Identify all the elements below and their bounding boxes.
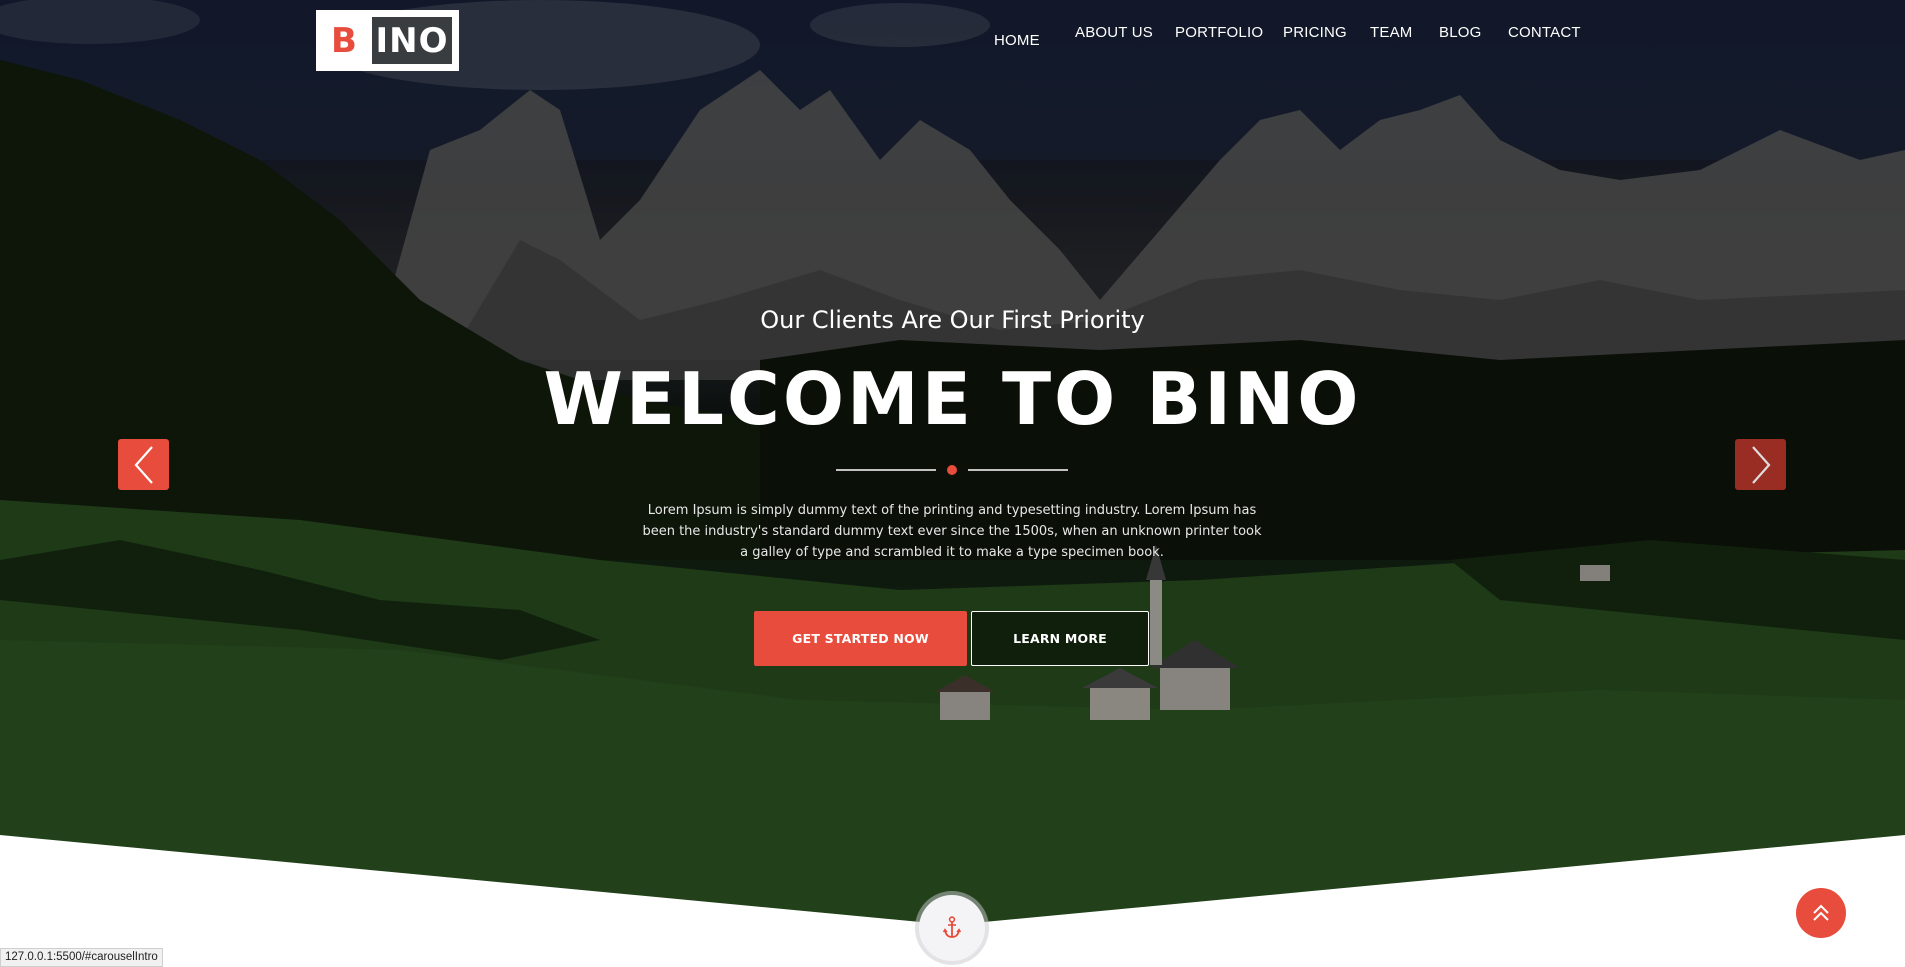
anchor-icon [942, 916, 962, 938]
chevron-left-icon [134, 445, 153, 484]
nav-item-home[interactable]: HOME [994, 32, 1040, 49]
main-nav: HOME ABOUT US PORTFOLIO PRICING TEAM BLO… [0, 0, 1905, 80]
scroll-to-top-button[interactable] [1796, 888, 1846, 938]
nav-item-portfolio[interactable]: PORTFOLIO [1175, 24, 1263, 41]
hero-divider [836, 463, 1068, 477]
divider-line-left [836, 469, 936, 471]
hero-title: WELCOME TO BINO [543, 357, 1362, 441]
double-chevron-up-icon [1813, 904, 1829, 921]
divider-line-right [968, 469, 1068, 471]
carousel-next-button[interactable] [1735, 439, 1786, 490]
hero-subtitle: Our Clients Are Our First Priority [760, 306, 1145, 334]
hero-description: Lorem Ipsum is simply dummy text of the … [642, 503, 1262, 560]
carousel-prev-button[interactable] [118, 439, 169, 490]
get-started-button[interactable]: GET STARTED NOW [754, 611, 967, 666]
learn-more-button[interactable]: LEARN MORE [971, 611, 1149, 666]
nav-item-team[interactable]: TEAM [1370, 24, 1412, 41]
chevron-right-icon [1751, 445, 1770, 484]
divider-dot [947, 465, 957, 475]
nav-item-blog[interactable]: BLOG [1439, 24, 1481, 41]
nav-item-about-us[interactable]: ABOUT US [1075, 24, 1153, 41]
nav-item-pricing[interactable]: PRICING [1283, 24, 1347, 41]
scroll-down-anchor-button[interactable] [919, 895, 985, 961]
browser-status-bar: 127.0.0.1:5500/#carouselIntro [0, 948, 163, 967]
nav-item-contact[interactable]: CONTACT [1508, 24, 1581, 41]
